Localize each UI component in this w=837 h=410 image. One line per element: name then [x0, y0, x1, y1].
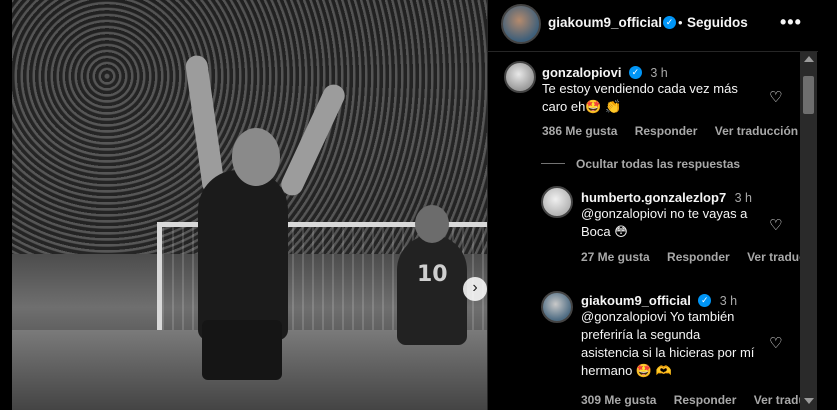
commenter-avatar[interactable]	[504, 61, 536, 93]
like-heart-icon[interactable]: ♡	[769, 334, 785, 352]
reply-text-line: hermano 🤩 🫶	[581, 363, 672, 378]
reply-button[interactable]: Responder	[674, 393, 737, 407]
reply-text: @gonzalopiovi Yo también preferiría la s…	[581, 308, 754, 380]
post-header: giakoum9_official ✓ • Seguidos •••	[488, 0, 818, 52]
reply-likes[interactable]: 27 Me gusta	[581, 250, 650, 264]
reply-text-line: @gonzalopiovi Yo también	[581, 309, 735, 324]
comment-username[interactable]: gonzalopiovi	[542, 65, 621, 80]
comment-text-line: caro eh🤩 👏	[542, 99, 622, 114]
hide-replies-button[interactable]: Ocultar todas las respuestas	[576, 157, 740, 171]
comment-text: Te estoy vendiendo cada vez más caro eh🤩…	[542, 80, 738, 116]
reply-time[interactable]: 3 h	[720, 294, 737, 308]
more-options-icon[interactable]: •••	[780, 12, 802, 33]
scroll-up-arrow-icon[interactable]	[804, 56, 814, 62]
author-username[interactable]: giakoum9_official	[548, 15, 662, 30]
like-heart-icon[interactable]: ♡	[769, 88, 785, 106]
author-avatar[interactable]	[501, 4, 541, 44]
background-player-body	[397, 235, 467, 345]
player-body	[198, 170, 288, 340]
scroll-down-arrow-icon[interactable]	[804, 398, 814, 404]
comment-likes[interactable]: 386 Me gusta	[542, 124, 617, 138]
scrollbar-thumb[interactable]	[803, 76, 814, 114]
reply-text-line: Boca 😳	[581, 224, 628, 239]
verified-badge-icon: ✓	[663, 16, 676, 29]
comment-time[interactable]: 3 h	[650, 66, 667, 80]
reply-text: @gonzalopiovi no te vayas a Boca 😳	[581, 205, 747, 241]
verified-badge-icon: ✓	[698, 294, 712, 308]
background-player-number: 10	[417, 262, 448, 287]
background-player-head	[415, 205, 449, 243]
post-photo[interactable]: 10 ›	[12, 0, 487, 410]
comment-text-line: Te estoy vendiendo cada vez más	[542, 81, 738, 96]
translate-button[interactable]: Ver traducción	[747, 250, 803, 264]
player-head	[232, 128, 280, 186]
reply-likes[interactable]: 309 Me gusta	[581, 393, 656, 407]
reply-username[interactable]: giakoum9_official	[581, 293, 691, 308]
hide-replies-line	[541, 163, 565, 164]
verified-badge-icon: ✓	[628, 66, 642, 80]
replier-avatar[interactable]	[541, 186, 573, 218]
post-side-panel: giakoum9_official ✓ • Seguidos ••• gonza…	[487, 0, 818, 410]
comments-scrollbar[interactable]	[800, 52, 817, 410]
comments-list: gonzalopiovi ✓ 3 h Te estoy vendiendo ca…	[488, 53, 803, 410]
player-shorts	[202, 320, 282, 380]
reply-text-line: preferiría la segunda	[581, 327, 701, 342]
separator-dot: •	[678, 15, 683, 30]
reply-text-line: asistencia si la hicieras por mí	[581, 345, 755, 360]
reply-time[interactable]: 3 h	[735, 191, 752, 205]
reply-button[interactable]: Responder	[635, 124, 698, 138]
reply-meta: 309 Me gusta Responder Ver traducción	[581, 393, 803, 407]
reply-username[interactable]: humberto.gonzalezlop7	[581, 190, 726, 205]
next-photo-arrow-icon[interactable]: ›	[463, 277, 487, 301]
reply-item: humberto.gonzalezlop7 3 h @gonzalopiovi …	[488, 179, 803, 279]
following-button[interactable]: Seguidos	[687, 15, 748, 30]
reply-button[interactable]: Responder	[667, 250, 730, 264]
reply-meta: 27 Me gusta Responder Ver traducción	[581, 250, 803, 264]
translate-button[interactable]: Ver traducción	[754, 393, 803, 407]
reply-text-line: @gonzalopiovi no te vayas a	[581, 206, 748, 221]
reply-item: giakoum9_official ✓ 3 h @gonzalopiovi Yo…	[488, 285, 803, 410]
comment-meta: 386 Me gusta Responder Ver traducción	[542, 124, 803, 138]
like-heart-icon[interactable]: ♡	[769, 216, 785, 234]
translate-button[interactable]: Ver traducción	[715, 124, 798, 138]
replier-avatar[interactable]	[541, 291, 573, 323]
comment-item: gonzalopiovi ✓ 3 h Te estoy vendiendo ca…	[488, 53, 803, 148]
